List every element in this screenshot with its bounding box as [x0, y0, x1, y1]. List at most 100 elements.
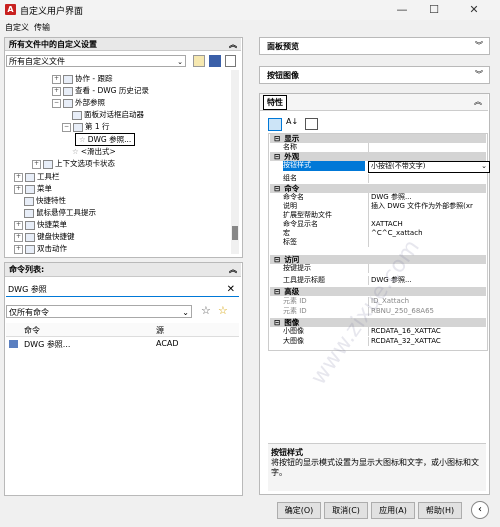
expand-icon[interactable]: +	[14, 184, 23, 194]
property-pages-icon[interactable]	[305, 118, 318, 130]
tree-item[interactable]: 鼠标悬停工具提示	[24, 207, 96, 218]
menu-customize[interactable]: 自定义	[5, 22, 29, 33]
collapse-icon[interactable]: −	[62, 122, 71, 132]
rollover-icon	[24, 208, 34, 218]
collapse-chevron-icon[interactable]: ︽	[229, 38, 237, 51]
property-row[interactable]: 大图像 RCDATA_32_XATTAC	[281, 337, 486, 346]
collapse-icon[interactable]: ⊟	[274, 134, 280, 143]
collapse-icon[interactable]: ⊟	[274, 287, 280, 296]
category-access[interactable]: ⊟ 访问	[270, 255, 486, 264]
category-appearance[interactable]: ⊟ 外观	[270, 152, 486, 161]
minimize-button[interactable]: —	[388, 0, 416, 20]
tree-item[interactable]: 面板对话框启动器	[72, 109, 144, 120]
maximize-button[interactable]: ☐	[420, 0, 448, 20]
chevron-down-icon: ⌄	[177, 58, 183, 66]
tree-item[interactable]: ☆ <滑出式>	[72, 146, 116, 157]
column-header-command[interactable]: 命令	[24, 325, 40, 336]
property-row[interactable]: 组名	[281, 174, 486, 183]
property-row[interactable]: 小图像 RCDATA_16_XATTAC	[281, 327, 486, 336]
chevron-down-icon: ⌄	[481, 162, 487, 170]
clear-search-icon[interactable]: ✕	[227, 283, 235, 297]
filter-combo-value: 仅所有命令	[9, 308, 49, 317]
column-header-source[interactable]: 源	[156, 325, 164, 336]
property-row[interactable]: 标签	[281, 238, 486, 247]
file-combo[interactable]: 所有自定义文件 ⌄	[6, 55, 186, 67]
expand-chevron-icon[interactable]: ︾	[475, 40, 483, 51]
tree-item[interactable]: + 菜单	[14, 183, 52, 194]
collapse-icon[interactable]: ⊟	[274, 184, 280, 193]
expand-icon[interactable]: +	[14, 232, 23, 242]
customizations-title: 所有文件中的自定义设置	[9, 40, 97, 49]
collapse-icon[interactable]: −	[52, 98, 61, 108]
tree-item-selected[interactable]: ☆ DWG 参照...	[75, 133, 136, 146]
expand-icon[interactable]: +	[32, 159, 41, 169]
tree-item[interactable]: + 工具栏	[14, 171, 60, 182]
app-icon: A	[5, 4, 16, 15]
property-row[interactable]: 说明 插入 DWG 文件作为外部参照(xr	[281, 202, 486, 211]
button-style-combo[interactable]: 小按钮(不带文字) ⌄	[368, 161, 490, 173]
file-combo-value: 所有自定义文件	[9, 57, 65, 66]
command-table: 命令 源 DWG 参照... ACAD	[6, 323, 239, 493]
close-button[interactable]: ✕	[460, 0, 488, 20]
tree-item[interactable]: 快捷特性	[24, 195, 66, 206]
open-file-icon[interactable]	[193, 55, 205, 67]
category-images[interactable]: ⊟ 图像	[270, 318, 486, 327]
save-icon[interactable]	[209, 55, 221, 67]
double-click-icon	[25, 244, 35, 254]
scrollbar-thumb[interactable]	[232, 226, 238, 240]
cancel-button[interactable]: 取消(C)	[324, 502, 368, 519]
button-image-section[interactable]: 按钮图像 ︾	[259, 66, 490, 84]
panel-icon	[63, 86, 73, 96]
collapse-icon[interactable]: ⊟	[274, 152, 280, 161]
categorized-icon[interactable]	[268, 118, 282, 131]
expand-icon[interactable]: +	[14, 220, 23, 230]
apply-button[interactable]: 应用(A)	[371, 502, 415, 519]
property-row[interactable]: 扩展型帮助文件	[281, 211, 486, 220]
tree-scrollbar[interactable]	[231, 70, 239, 254]
load-partial-icon[interactable]	[225, 55, 236, 67]
collapse-chevron-icon[interactable]: ︽	[229, 263, 237, 277]
category-display[interactable]: ⊟ 显示	[270, 134, 486, 143]
menu-transfer[interactable]: 传输	[34, 22, 50, 33]
collapse-chevron-icon[interactable]: ︽	[474, 96, 482, 107]
help-button[interactable]: 帮助(H)	[418, 502, 462, 519]
tree-item[interactable]: + 查看 - DWG 历史记录	[52, 85, 149, 96]
tab-state-icon	[43, 159, 53, 169]
tree-item[interactable]: + 协作 - 跟踪	[52, 73, 112, 84]
panel-preview-section[interactable]: 面板预览 ︾	[259, 37, 490, 55]
star-icon: ☆	[72, 147, 79, 156]
command-search-input[interactable]: DWG 参照 ✕	[6, 283, 239, 297]
tree-item[interactable]: + 上下文选项卡状态	[32, 158, 115, 169]
property-row[interactable]: 命令显示名 XATTACH	[281, 220, 486, 229]
dialog-launcher-icon	[72, 110, 82, 120]
collapse-panel-icon[interactable]: ‹	[471, 501, 489, 519]
alphabetic-icon[interactable]: A↓	[286, 117, 298, 126]
panel-preview-title: 面板预览	[267, 42, 299, 51]
tree-item[interactable]: + 双击动作	[14, 243, 67, 254]
tree-item[interactable]: + 快捷菜单	[14, 219, 67, 230]
tree-item[interactable]: − 外部参照	[52, 97, 105, 108]
table-row[interactable]: DWG 参照... ACAD	[6, 338, 239, 350]
tree-item[interactable]: − 第 1 行	[62, 121, 110, 132]
expand-chevron-icon[interactable]: ︾	[475, 69, 483, 80]
ok-button[interactable]: 确定(O)	[277, 502, 321, 519]
expand-icon[interactable]: +	[14, 172, 23, 182]
new-command-icon[interactable]: ☆	[218, 304, 228, 317]
menu-icon	[25, 184, 35, 194]
property-row[interactable]: 宏 ^C^C_xattach	[281, 229, 486, 238]
property-row-selected[interactable]: 按钮样式 小按钮(不带文字) ⌄	[281, 161, 490, 175]
collapse-icon[interactable]: ⊟	[274, 255, 280, 264]
collapse-icon[interactable]: ⊟	[274, 318, 280, 327]
window-title: 自定义用户界面	[20, 7, 84, 17]
expand-icon[interactable]: +	[52, 86, 61, 96]
star-icon[interactable]: ☆	[201, 304, 211, 317]
expand-icon[interactable]: +	[52, 74, 61, 84]
expand-icon[interactable]: +	[14, 244, 23, 254]
command-filter-combo[interactable]: 仅所有命令 ⌄	[6, 305, 192, 318]
button-image-title: 按钮图像	[267, 71, 299, 80]
tree-item[interactable]: + 键盘快捷键	[14, 231, 75, 242]
command-cell: DWG 参照...	[24, 340, 71, 349]
category-command[interactable]: ⊟ 命令	[270, 184, 486, 193]
property-row[interactable]: 命令名 DWG 参照...	[281, 193, 486, 202]
property-row[interactable]: 名称	[281, 143, 486, 152]
